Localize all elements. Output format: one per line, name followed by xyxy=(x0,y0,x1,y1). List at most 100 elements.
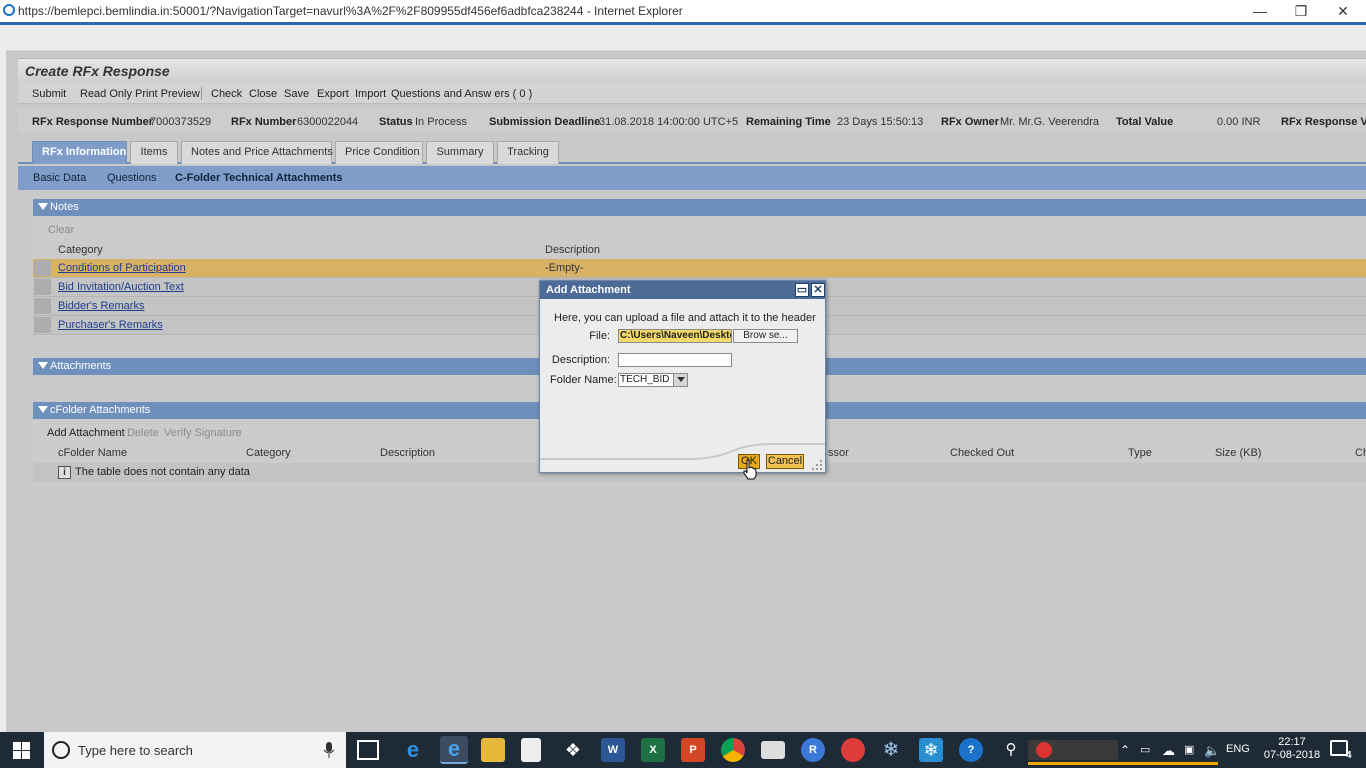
show-hidden-icons-icon[interactable]: ⌃ xyxy=(1120,743,1130,757)
chevron-down-icon[interactable] xyxy=(673,374,687,386)
description-input[interactable] xyxy=(618,353,732,367)
column-type[interactable]: Type xyxy=(1128,447,1152,459)
help-icon[interactable]: ? xyxy=(959,738,983,762)
submit-button[interactable]: Submit xyxy=(32,88,66,100)
network-icon[interactable]: ▣ xyxy=(1184,743,1194,756)
volume-icon[interactable]: 🔈 xyxy=(1204,743,1220,759)
tab-bar: RFx Information Items Notes and Price At… xyxy=(18,138,1366,164)
onedrive-icon[interactable]: ☁ xyxy=(1162,743,1175,759)
taskbar-search-box[interactable]: Type here to search xyxy=(44,732,346,768)
file-path-input[interactable]: C:\Users\Naveen\Desktop xyxy=(618,329,732,343)
subtab-cfolder-technical-attachments[interactable]: C-Folder Technical Attachments xyxy=(175,172,342,184)
close-button[interactable]: Close xyxy=(249,88,277,100)
clock[interactable]: 22:17 07-08-2018 xyxy=(1262,736,1322,762)
tab-notes-price-attachments[interactable]: Notes and Price Attachments xyxy=(181,141,333,164)
export-button[interactable]: Export xyxy=(317,88,349,100)
verify-signature-button[interactable]: Verify Signature xyxy=(164,427,242,439)
cancel-button[interactable]: Cancel xyxy=(766,454,804,469)
row-selector[interactable] xyxy=(34,260,51,276)
row-selector[interactable] xyxy=(34,317,51,333)
task-view-icon[interactable] xyxy=(357,740,379,760)
column-category[interactable]: Category xyxy=(246,447,291,459)
toolbar-separator xyxy=(201,87,202,100)
chrome-icon[interactable] xyxy=(721,738,745,762)
search-placeholder: Type here to search xyxy=(78,743,193,758)
column-checked-out[interactable]: Checked Out xyxy=(950,447,1014,459)
snowflake-app-icon[interactable]: ❄ xyxy=(879,738,903,762)
folder-name-select[interactable]: TECH_BID xyxy=(618,373,688,387)
notes-section-title: Notes xyxy=(50,201,79,213)
questions-answers-button[interactable]: Questions and Answ ers ( 0 ) xyxy=(391,88,532,100)
notes-row[interactable]: Conditions of Participation -Empty- xyxy=(33,259,1366,278)
restore-button[interactable]: ❐ xyxy=(1286,2,1316,20)
empty-table-text: The table does not contain any data xyxy=(75,466,250,478)
close-icon[interactable]: ✕ xyxy=(811,283,825,297)
tab-price-condition[interactable]: Price Condition xyxy=(335,141,423,164)
snowflake-app-2-icon[interactable]: ❄ xyxy=(919,738,943,762)
notification-count: 4 xyxy=(1346,750,1352,761)
row-selector[interactable] xyxy=(34,279,51,295)
header-fields: RFx Response Number 7000373529 RFx Numbe… xyxy=(18,110,1366,134)
dropbox-icon[interactable]: ❖ xyxy=(561,738,585,762)
mail-icon[interactable] xyxy=(761,741,785,759)
add-attachment-button[interactable]: Add Attachment xyxy=(47,427,125,439)
rfx-number-value: 6300022044 xyxy=(297,116,359,128)
clear-button[interactable]: Clear xyxy=(48,224,74,236)
browse-button[interactable]: Brow se... xyxy=(733,329,798,343)
minimize-button[interactable]: — xyxy=(1245,2,1275,20)
read-only-button[interactable]: Read Only xyxy=(80,88,132,100)
remaining-time-label: Remaining Time xyxy=(746,116,831,128)
store-icon[interactable] xyxy=(521,738,541,762)
battery-icon[interactable]: ▭ xyxy=(1140,743,1150,756)
tab-items[interactable]: Items xyxy=(130,141,178,164)
hand-cursor-icon xyxy=(743,459,757,480)
subtab-questions[interactable]: Questions xyxy=(107,172,157,184)
note-category-link[interactable]: Bidder's Remarks xyxy=(58,300,144,312)
import-button[interactable]: Import xyxy=(355,88,386,100)
resize-grip-icon[interactable] xyxy=(811,459,823,471)
windows-logo-icon xyxy=(13,742,30,759)
row-selector[interactable] xyxy=(34,298,51,314)
internet-explorer-taskbar-icon[interactable]: e xyxy=(440,736,468,764)
notes-section-header[interactable]: Notes xyxy=(33,199,1366,216)
dialog-intro-text: Here, you can upload a file and attach i… xyxy=(554,312,816,324)
r-app-icon[interactable]: R xyxy=(801,738,825,762)
note-category-link[interactable]: Conditions of Participation xyxy=(58,262,186,274)
close-window-button[interactable]: ✕ xyxy=(1328,2,1358,20)
rfx-owner-label: RFx Owner xyxy=(941,116,1000,128)
maximize-icon[interactable]: ▭ xyxy=(795,283,809,297)
column-cfolder-name[interactable]: cFolder Name xyxy=(58,447,127,459)
red-app-icon[interactable] xyxy=(841,738,865,762)
folder-name-value: TECH_BID xyxy=(620,374,670,385)
print-preview-button[interactable]: Print Preview xyxy=(135,88,200,100)
collapse-triangle-icon xyxy=(38,406,48,413)
column-changed[interactable]: Ch xyxy=(1355,447,1366,459)
microphone-icon[interactable] xyxy=(324,742,334,758)
subtab-basic-data[interactable]: Basic Data xyxy=(33,172,86,184)
start-button[interactable] xyxy=(0,732,44,768)
people-icon[interactable]: ⚲ xyxy=(999,738,1023,762)
file-label: File: xyxy=(589,330,610,342)
save-button[interactable]: Save xyxy=(284,88,309,100)
recorder-toolbar[interactable] xyxy=(1028,740,1118,760)
powerpoint-icon[interactable]: P xyxy=(681,738,705,762)
tab-rfx-information[interactable]: RFx Information xyxy=(32,141,127,164)
tab-tracking[interactable]: Tracking xyxy=(497,141,559,164)
browser-chrome xyxy=(0,25,1366,51)
column-description[interactable]: Description xyxy=(380,447,435,459)
notes-column-category: Category xyxy=(58,244,103,256)
language-indicator[interactable]: ENG xyxy=(1226,743,1250,755)
record-icon[interactable] xyxy=(1036,742,1052,758)
note-category-link[interactable]: Bid Invitation/Auction Text xyxy=(58,281,184,293)
column-size-kb[interactable]: Size (KB) xyxy=(1215,447,1261,459)
total-value: 0.00 INR xyxy=(1217,116,1261,128)
delete-button[interactable]: Delete xyxy=(127,427,159,439)
check-button[interactable]: Check xyxy=(211,88,242,100)
word-icon[interactable]: W xyxy=(601,738,625,762)
note-category-link[interactable]: Purchaser's Remarks xyxy=(58,319,163,331)
excel-icon[interactable]: X xyxy=(641,738,665,762)
file-explorer-icon[interactable] xyxy=(481,738,505,762)
tab-summary[interactable]: Summary xyxy=(426,141,494,164)
column-processor[interactable]: ssor xyxy=(828,447,849,459)
edge-icon[interactable]: e xyxy=(401,738,425,762)
